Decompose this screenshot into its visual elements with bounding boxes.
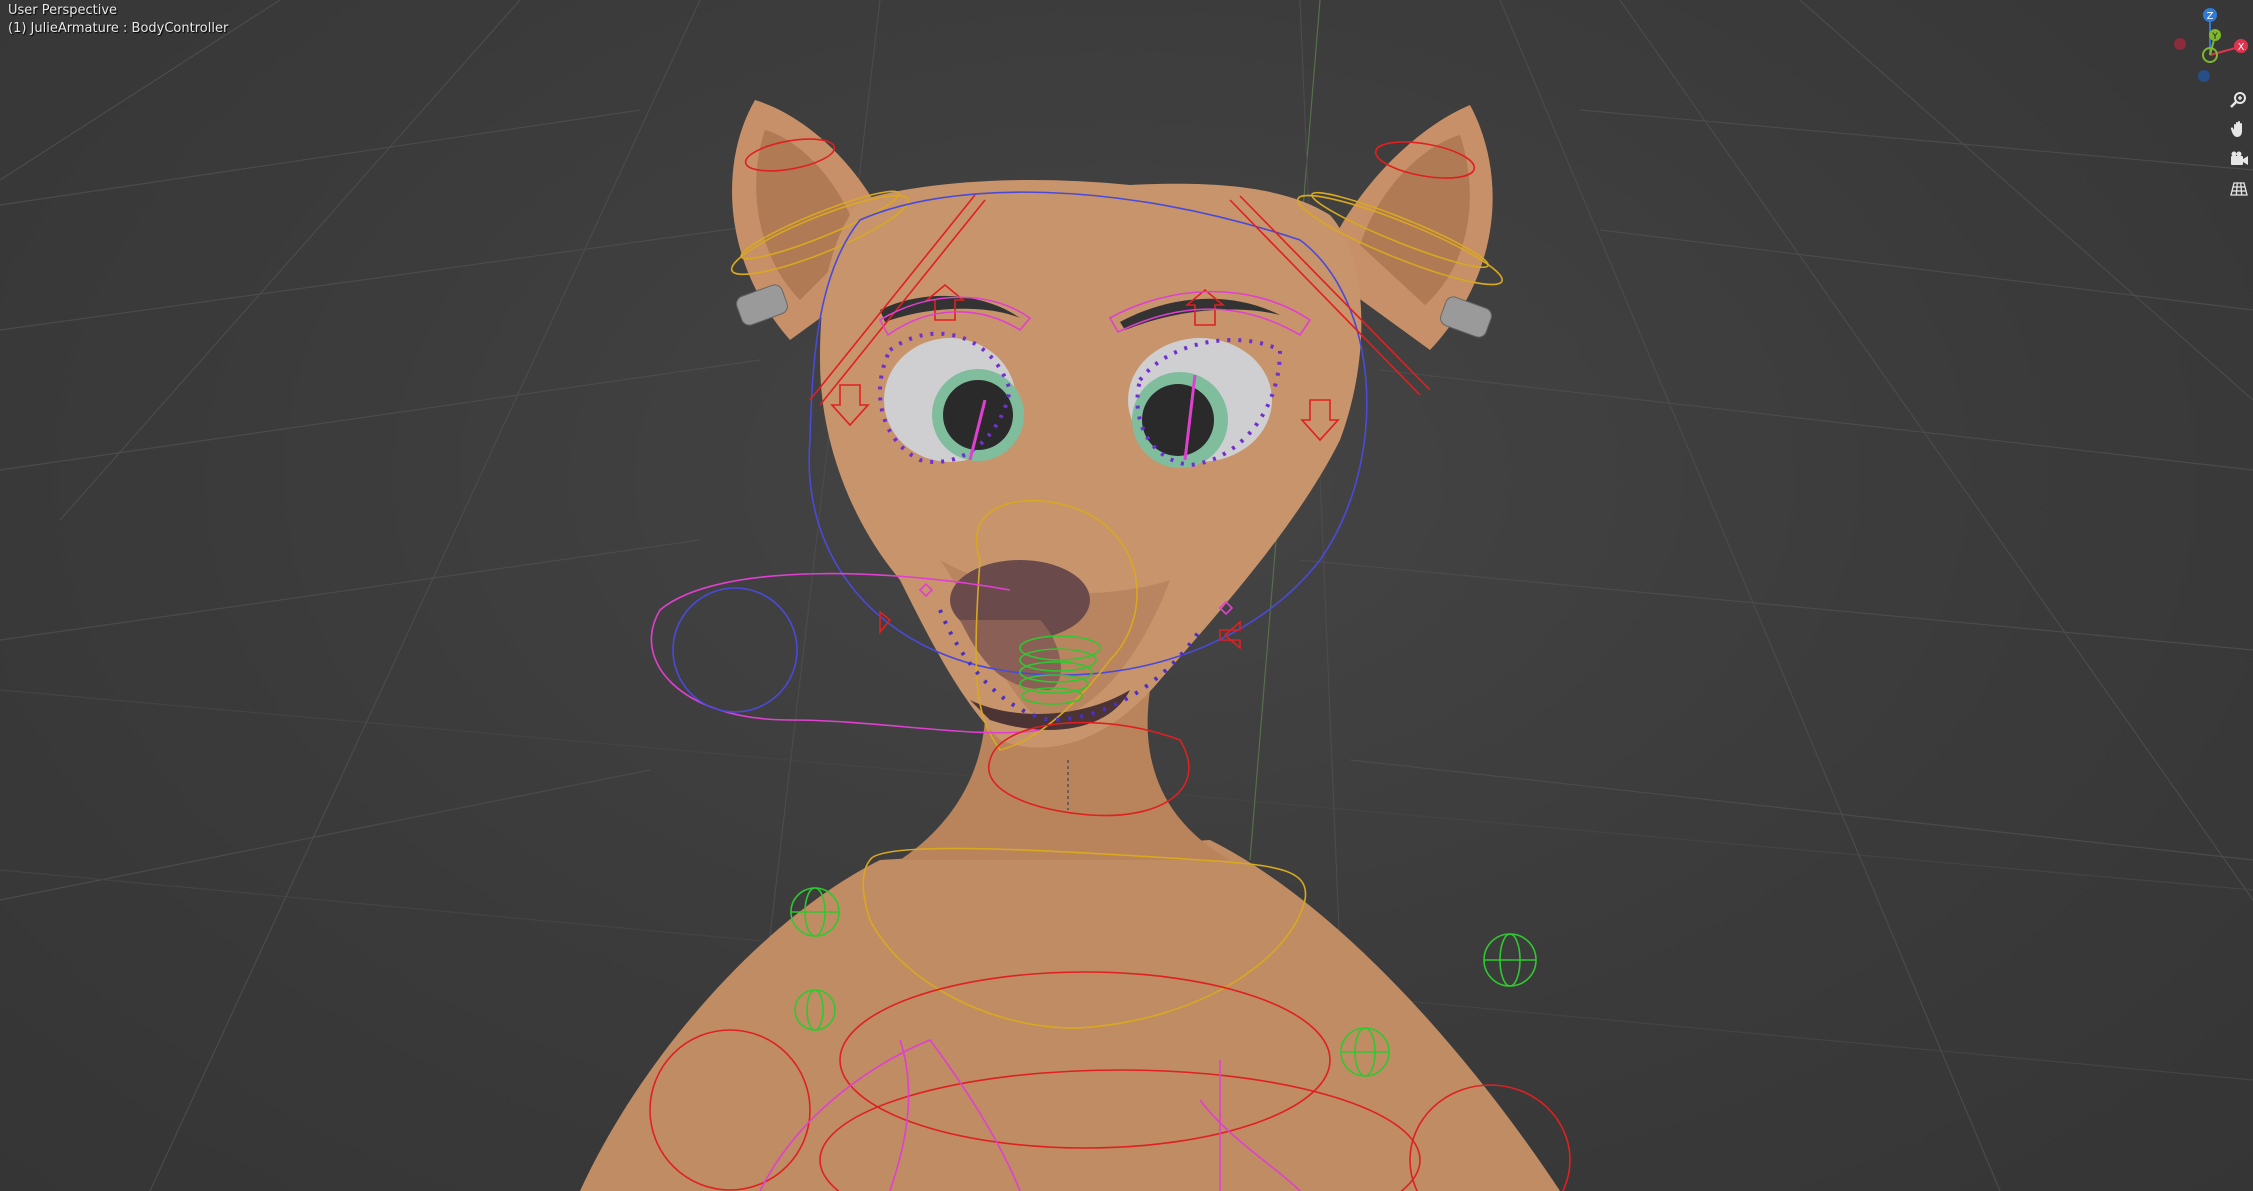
z-axis-label: Z: [2207, 11, 2214, 22]
view-name-label: User Perspective: [8, 3, 118, 18]
y-axis-label: Y: [2211, 32, 2218, 42]
neg-x-handle[interactable]: [2174, 38, 2186, 50]
active-object-label: (1) JulieArmature : BodyController: [8, 21, 229, 36]
zoom-icon[interactable]: [2226, 87, 2252, 113]
pan-hand-icon[interactable]: [2226, 116, 2252, 142]
ortho-grid-icon[interactable]: [2226, 176, 2252, 202]
scene-canvas[interactable]: [0, 0, 2253, 1191]
neg-z-handle[interactable]: [2198, 70, 2210, 82]
x-axis-label: X: [2238, 42, 2245, 53]
camera-view-icon[interactable]: [2226, 146, 2252, 172]
navigation-gizmo[interactable]: Z Y X: [2168, 8, 2248, 88]
3d-viewport[interactable]: User Perspective (1) JulieArmature : Bod…: [0, 0, 2253, 1191]
